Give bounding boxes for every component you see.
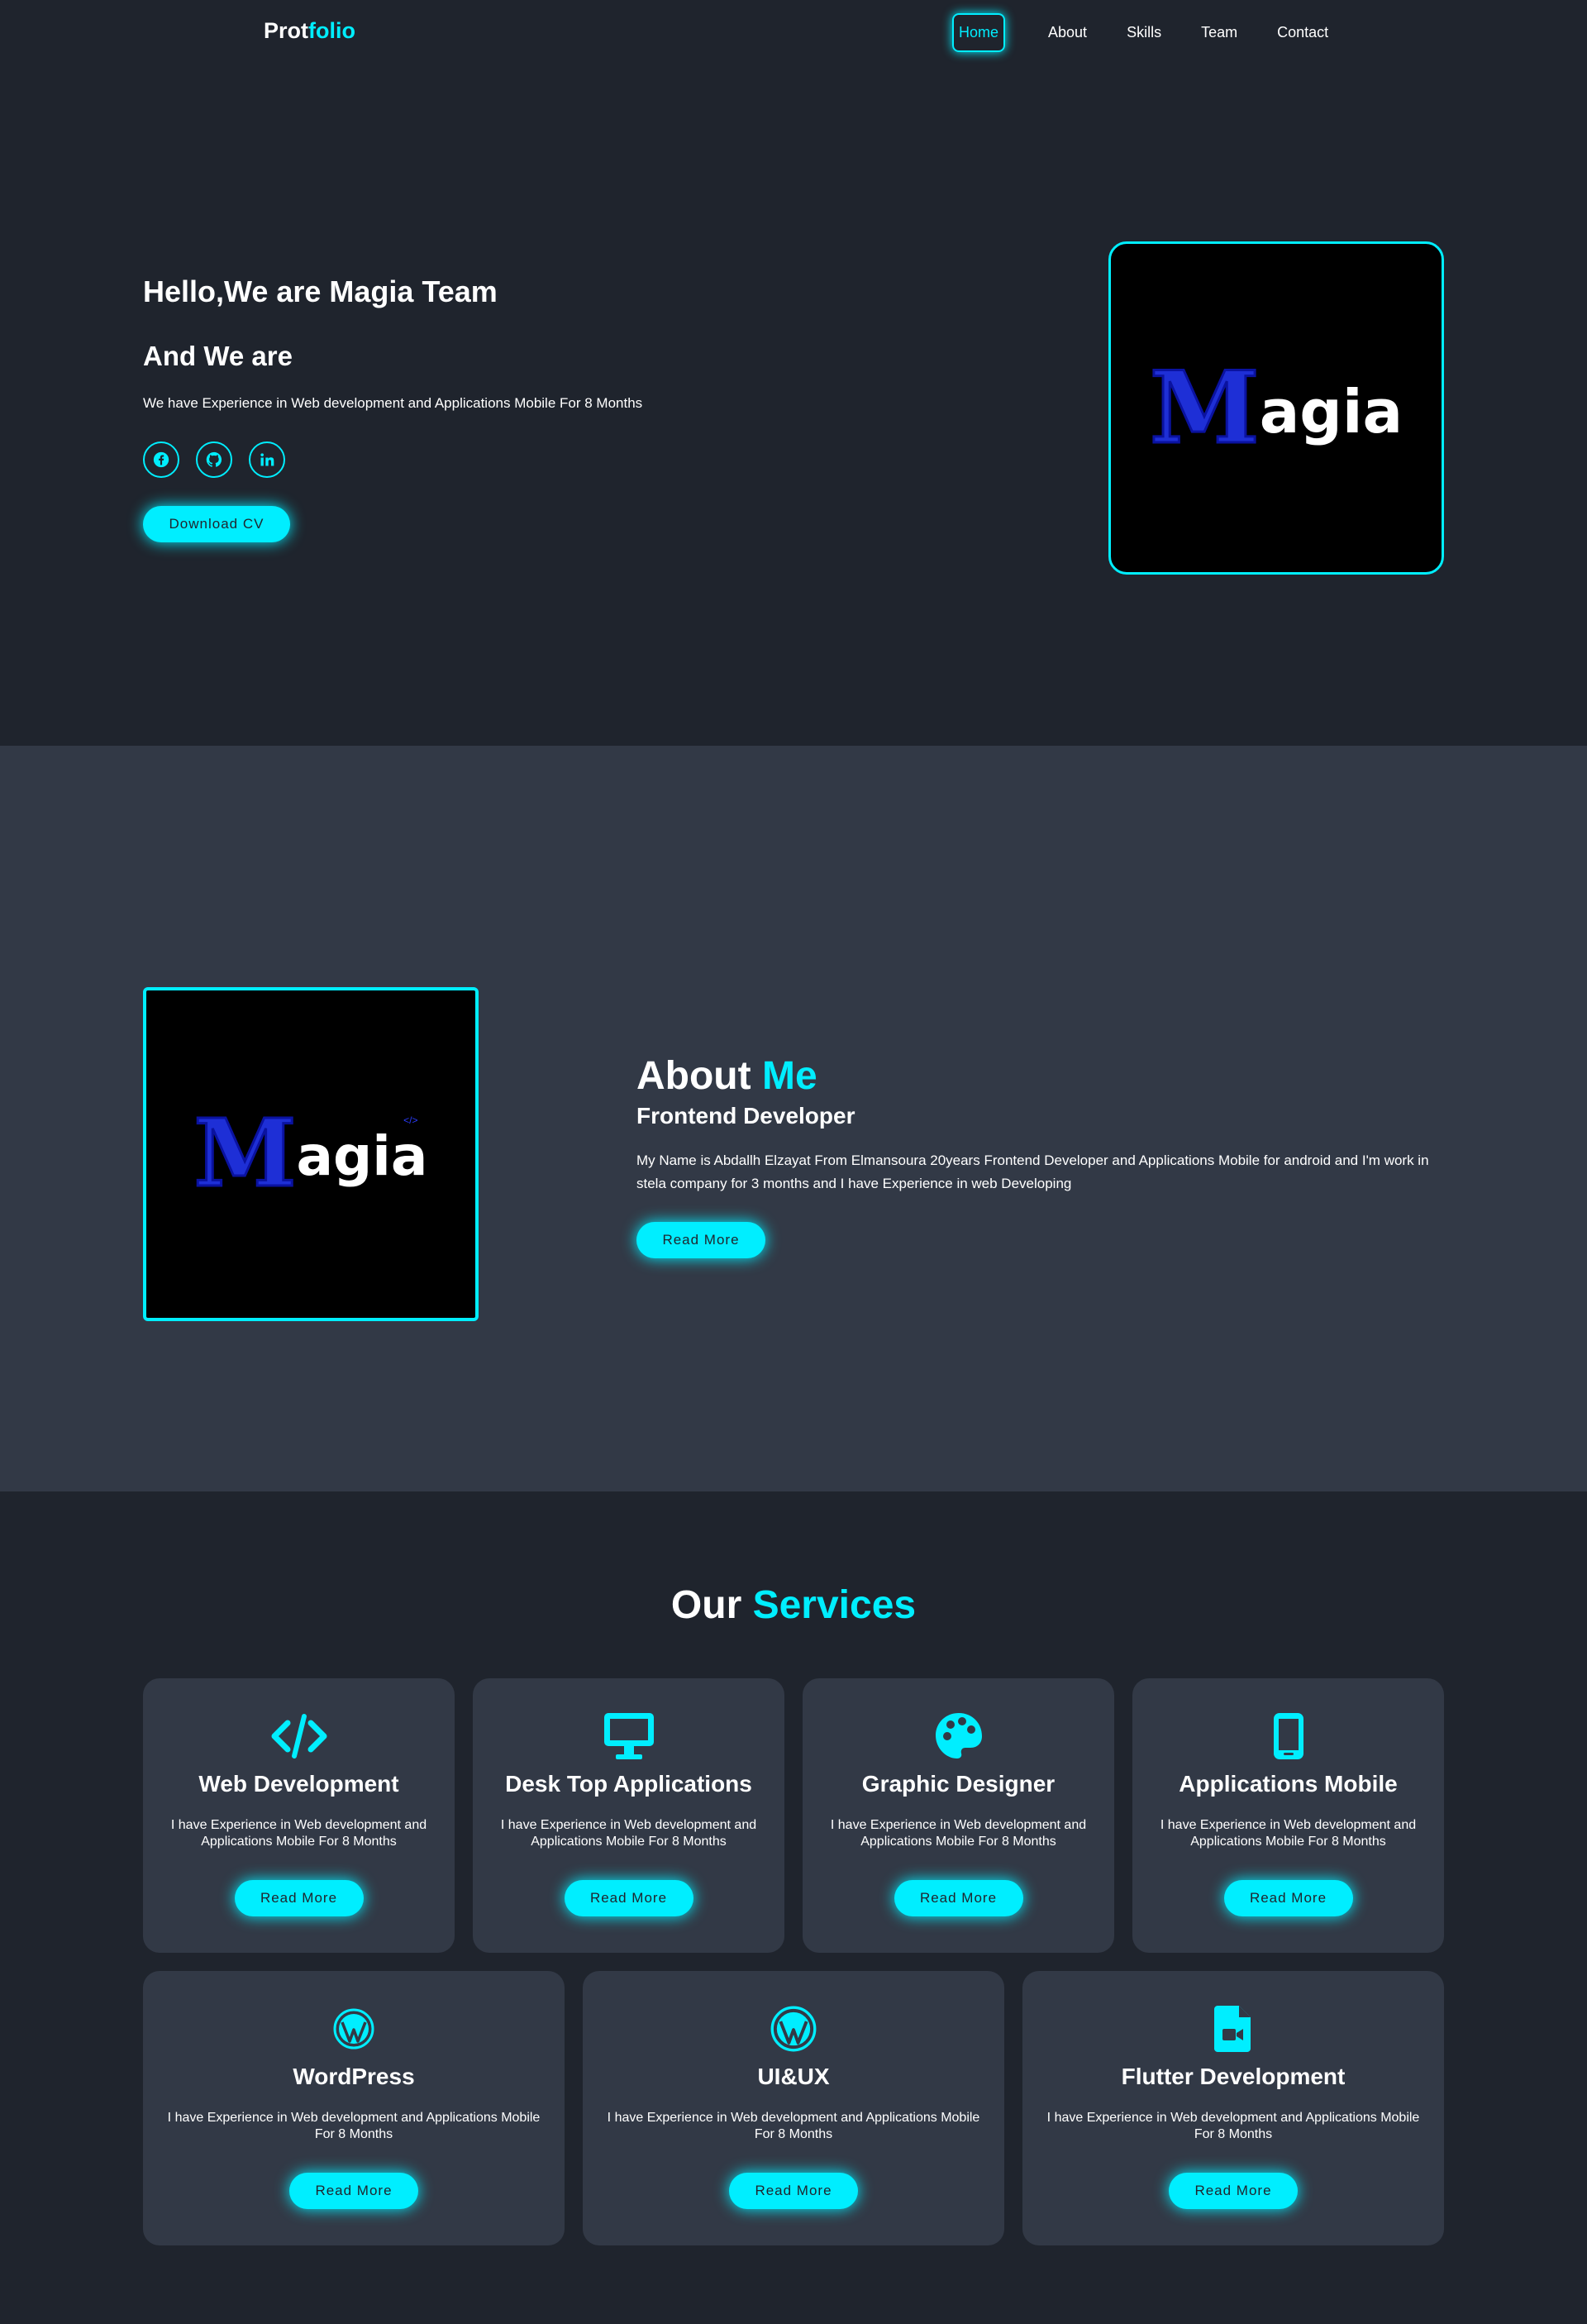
nav-team[interactable]: Team bbox=[1196, 14, 1242, 51]
service-card-flutter: Flutter Development I have Experience in… bbox=[1022, 1971, 1444, 2245]
hero-text: We have Experience in Web development an… bbox=[143, 395, 643, 411]
service-card-mobile: Applications Mobile I have Experience in… bbox=[1132, 1678, 1444, 1953]
service-title: Flutter Development bbox=[1121, 2064, 1346, 2089]
about-brand-m: M bbox=[193, 1099, 298, 1208]
service-card-uiux: UI&UX I have Experience in Web developme… bbox=[583, 1971, 1004, 2245]
about-role: Frontend Developer bbox=[636, 1103, 855, 1129]
hero-title: Hello,We are Magia Team bbox=[143, 274, 498, 308]
brand-logo-text: agia bbox=[1259, 376, 1404, 446]
nav-contact[interactable]: Contact bbox=[1272, 14, 1333, 51]
github-icon[interactable] bbox=[196, 441, 232, 478]
file-video-icon bbox=[1022, 2004, 1444, 2054]
service-read-more-button[interactable]: Read More bbox=[564, 1880, 693, 1916]
site-logo[interactable]: Protfolio bbox=[264, 18, 355, 44]
about-brand-logo: M agia </> bbox=[193, 1099, 428, 1208]
service-title: Desk Top Applications bbox=[505, 1771, 752, 1797]
wordpress-icon bbox=[583, 2004, 1004, 2054]
about-section: M agia </> About Me Frontend Developer M… bbox=[0, 746, 1587, 1491]
services-section: Our Services Web Development I have Expe… bbox=[0, 1491, 1587, 2324]
code-icon bbox=[143, 1711, 455, 1761]
service-read-more-button[interactable]: Read More bbox=[1223, 1880, 1353, 1916]
service-title: UI&UX bbox=[757, 2064, 830, 2089]
navbar: Protfolio Home About Skills Team Contact bbox=[0, 0, 1587, 66]
service-card-wordpress: WordPress I have Experience in Web devel… bbox=[143, 1971, 565, 2245]
service-card-web: Web Development I have Experience in Web… bbox=[143, 1678, 455, 1953]
service-read-more-button[interactable]: Read More bbox=[289, 2173, 418, 2209]
service-title: Applications Mobile bbox=[1179, 1771, 1398, 1797]
service-card-graphic: Graphic Designer I have Experience in We… bbox=[803, 1678, 1114, 1953]
service-text: I have Experience in Web development and… bbox=[607, 2111, 980, 2141]
social-links bbox=[143, 441, 302, 478]
about-title-prefix: About bbox=[636, 1054, 762, 1098]
service-text: I have Experience in Web development and… bbox=[1046, 2111, 1420, 2141]
desktop-icon bbox=[473, 1711, 784, 1761]
service-read-more-button[interactable]: Read More bbox=[894, 1880, 1023, 1916]
logo-prefix: Prot bbox=[264, 18, 308, 43]
nav-skills[interactable]: Skills bbox=[1122, 14, 1166, 51]
service-read-more-button[interactable]: Read More bbox=[729, 2173, 858, 2209]
mobile-icon bbox=[1132, 1711, 1444, 1761]
about-brand-text: agia bbox=[296, 1124, 428, 1189]
service-read-more-button[interactable]: Read More bbox=[1169, 2173, 1298, 2209]
about-title-accent: Me bbox=[761, 1054, 817, 1098]
service-text: I have Experience in Web development and… bbox=[1160, 1818, 1417, 1849]
palette-icon bbox=[803, 1711, 1114, 1761]
about-image: M agia </> bbox=[143, 987, 479, 1321]
nav-about[interactable]: About bbox=[1043, 14, 1092, 51]
code-tag: </> bbox=[403, 1114, 418, 1126]
linkedin-icon[interactable] bbox=[249, 441, 285, 478]
hero-section: Hello,We are Magia Team And We are We ha… bbox=[0, 0, 1587, 746]
brand-logo: M agia bbox=[1148, 349, 1404, 466]
service-title: Web Development bbox=[198, 1771, 399, 1797]
service-text: I have Experience in Web development and… bbox=[170, 1818, 427, 1849]
about-read-more-button[interactable]: Read More bbox=[636, 1222, 765, 1258]
logo-accent: folio bbox=[308, 18, 355, 43]
facebook-icon[interactable] bbox=[143, 441, 179, 478]
download-cv-button[interactable]: Download CV bbox=[143, 506, 290, 542]
service-text: I have Experience in Web development and… bbox=[167, 2111, 541, 2141]
service-card-desktop: Desk Top Applications I have Experience … bbox=[473, 1678, 784, 1953]
nav-links: Home About Skills Team Contact bbox=[952, 13, 1363, 52]
about-text: My Name is Abdallh Elzayat From Elmansou… bbox=[636, 1152, 1429, 1191]
nav-home[interactable]: Home bbox=[952, 13, 1006, 52]
about-title: About Me bbox=[636, 1053, 817, 1099]
wordpress-icon bbox=[143, 2004, 565, 2054]
services-title-accent: Services bbox=[752, 1583, 917, 1627]
service-title: Graphic Designer bbox=[861, 1771, 1056, 1797]
service-text: I have Experience in Web development and… bbox=[830, 1818, 1087, 1849]
service-title: WordPress bbox=[293, 2064, 415, 2089]
hero-subtitle: And We are bbox=[143, 341, 293, 371]
hero-image: M agia bbox=[1108, 241, 1444, 575]
brand-logo-m: M bbox=[1148, 349, 1261, 466]
service-read-more-button[interactable]: Read More bbox=[234, 1880, 364, 1916]
services-title: Our Services bbox=[0, 1582, 1587, 1628]
service-text: I have Experience in Web development and… bbox=[500, 1818, 757, 1849]
services-title-prefix: Our bbox=[670, 1583, 753, 1627]
